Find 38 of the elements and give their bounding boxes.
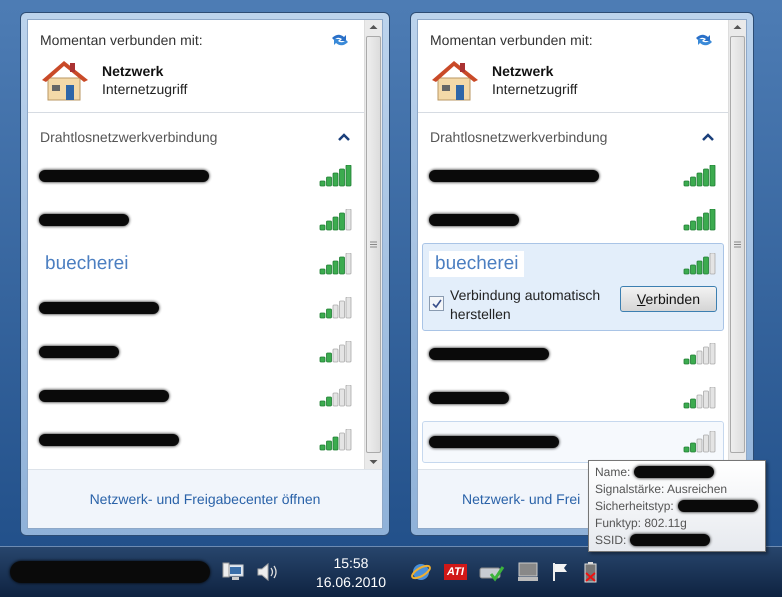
network-item[interactable]: buecherei Verbindung automatisch herstellen Verbinden	[422, 243, 724, 331]
network-monitor-icon[interactable]	[222, 562, 244, 582]
grip-icon	[370, 241, 377, 248]
network-status: Internetzugriff	[492, 81, 578, 97]
globe-icon[interactable]	[410, 561, 432, 583]
scrollbar[interactable]	[364, 20, 382, 469]
auto-connect-label: Verbindung automatisch herstellen	[450, 286, 602, 324]
speaker-icon[interactable]	[256, 562, 278, 582]
house-icon	[430, 58, 480, 102]
network-name: Netzwerk	[102, 63, 164, 79]
tooltip-line: SSID:	[595, 533, 626, 547]
tooltip-line: Signalstärke: Ausreichen	[595, 482, 728, 496]
refresh-icon[interactable]	[694, 32, 714, 48]
clock-time[interactable]: 15:58	[333, 554, 368, 570]
tooltip-line: Sicherheitstyp:	[595, 499, 674, 513]
connected-label: Momentan verbunden mit:	[40, 32, 203, 48]
ati-logo[interactable]: ATI	[444, 564, 467, 580]
grip-icon	[734, 241, 741, 248]
battery-cross-icon[interactable]	[582, 561, 599, 583]
network-name: Netzwerk	[492, 63, 554, 79]
chevron-up-icon[interactable]	[702, 133, 714, 141]
connected-label: Momentan verbunden mit:	[430, 32, 593, 48]
network-name-text[interactable]: buecherei	[429, 251, 524, 277]
connect-button[interactable]: Verbinden	[620, 286, 717, 312]
house-icon	[40, 58, 90, 102]
chevron-up-icon[interactable]	[338, 133, 350, 141]
computer-icon[interactable]	[516, 562, 539, 582]
refresh-icon[interactable]	[330, 32, 350, 48]
tooltip-line: Name:	[595, 465, 630, 479]
network-center-link[interactable]: Netzwerk- und Freigabecenter öffnen	[90, 491, 320, 507]
section-title: Drahtlosnetzwerkverbindung	[40, 129, 218, 145]
tooltip-line: Funktyp: 802.11g	[595, 516, 687, 530]
network-item[interactable]	[422, 421, 724, 463]
network-center-link[interactable]: Netzwerk- und Frei	[462, 491, 580, 507]
checkbox[interactable]	[429, 296, 444, 311]
network-status: Internetzugriff	[102, 81, 188, 97]
clock-date[interactable]: 16.06.2010	[316, 574, 386, 590]
section-title: Drahtlosnetzwerkverbindung	[430, 129, 608, 145]
